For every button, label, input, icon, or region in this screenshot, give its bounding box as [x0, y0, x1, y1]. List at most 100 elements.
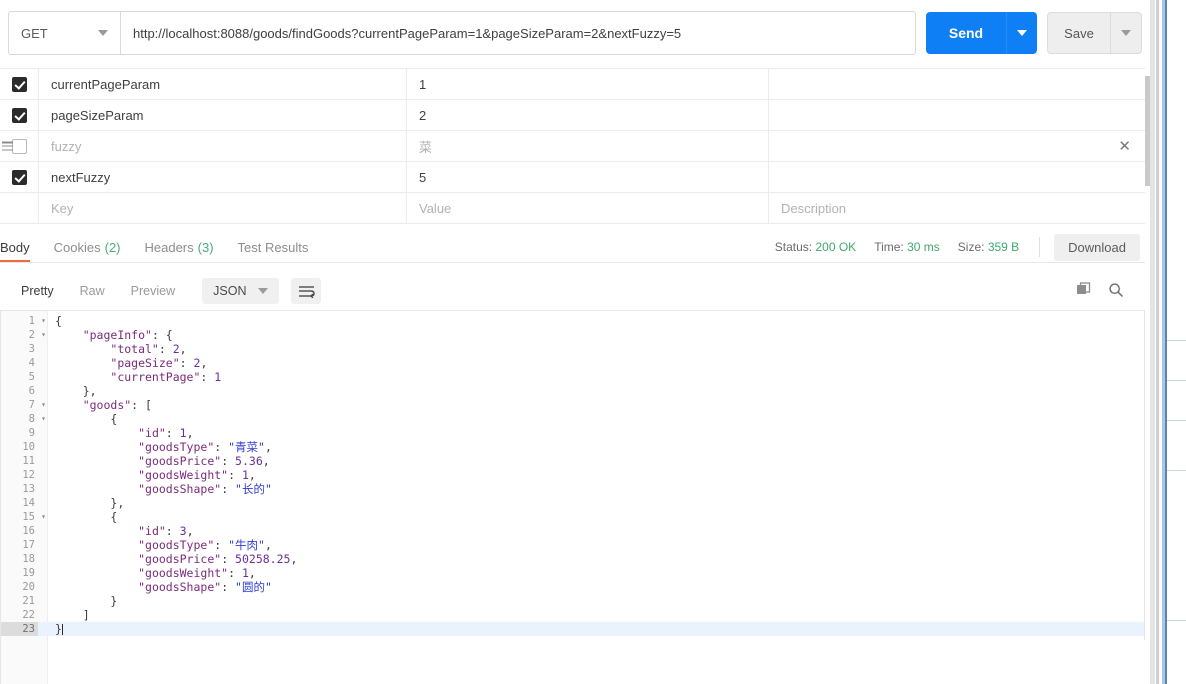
window-top-edge — [0, 0, 1150, 6]
table-row-new[interactable]: Key Value Description — [0, 193, 1145, 224]
tab-test-results-label: Test Results — [237, 239, 309, 255]
param-key-placeholder[interactable]: Key — [39, 193, 407, 223]
param-key[interactable]: currentPageParam — [39, 69, 407, 99]
code-line[interactable]: 12 "goodsWeight": 1, — [1, 468, 1144, 482]
background-scrollbar-track — [1150, 0, 1155, 684]
code-text: }, — [49, 496, 124, 510]
code-line[interactable]: 18 "goodsPrice": 50258.25, — [1, 552, 1144, 566]
row-enabled-checkbox[interactable] — [11, 76, 27, 92]
code-token: , — [290, 552, 298, 566]
param-key[interactable]: nextFuzzy — [39, 162, 407, 192]
save-options-button[interactable] — [1110, 13, 1141, 53]
tab-cookies-count: (2) — [104, 239, 121, 255]
wrap-lines-button[interactable] — [291, 278, 322, 304]
http-method-select[interactable]: GET — [8, 11, 120, 55]
param-value-placeholder[interactable]: Value — [407, 193, 769, 223]
code-line[interactable]: 1 ▾ { — [1, 314, 1144, 328]
param-description-placeholder[interactable]: Description — [769, 193, 1145, 223]
drag-handle-icon[interactable] — [2, 141, 13, 151]
code-line[interactable]: 3 "total": 2, — [1, 342, 1144, 356]
editor-scrollbar[interactable] — [1145, 310, 1150, 640]
fold-toggle-icon[interactable]: ▾ — [38, 314, 49, 328]
download-button[interactable]: Download — [1054, 233, 1140, 261]
send-button[interactable]: Send — [926, 12, 1006, 54]
code-line[interactable]: 21 } — [1, 594, 1144, 608]
code-line[interactable]: 17 "goodsType": "牛肉", — [1, 538, 1144, 552]
view-mode-pretty[interactable]: Pretty — [8, 279, 67, 303]
size-label: Size: — [957, 240, 985, 254]
param-description[interactable] — [769, 100, 1145, 130]
code-line[interactable]: 7 ▾ "goods": [ — [1, 398, 1144, 412]
param-key[interactable]: pageSizeParam — [39, 100, 407, 130]
code-line[interactable]: 9 "id": 1, — [1, 426, 1144, 440]
table-row[interactable]: fuzzy 菜 ✕ — [0, 131, 1145, 162]
code-line[interactable]: 23} — [1, 622, 1144, 636]
table-row[interactable]: currentPageParam 1 — [0, 68, 1145, 100]
table-row[interactable]: pageSizeParam 2 — [0, 100, 1145, 131]
tab-cookies[interactable]: Cookies (2) — [42, 232, 133, 262]
tab-headers[interactable]: Headers (3) — [133, 232, 226, 262]
code-line[interactable]: 2 ▾ "pageInfo": { — [1, 328, 1144, 342]
time-badge: Time: 30 ms — [874, 240, 940, 254]
fold-toggle-icon[interactable]: ▾ — [38, 412, 49, 426]
code-line[interactable]: 5 "currentPage": 1 — [1, 370, 1144, 384]
row-enabled-checkbox[interactable] — [11, 169, 27, 185]
params-scrollbar[interactable] — [1145, 68, 1150, 220]
row-checkbox-cell[interactable] — [0, 100, 39, 130]
editor-code-lines[interactable]: 1 ▾{2 ▾ "pageInfo": {3 "total": 2, 4 "pageS… — [1, 314, 1144, 636]
divider — [1039, 237, 1041, 257]
delete-row-icon[interactable]: ✕ — [1118, 139, 1131, 154]
fold-toggle-icon[interactable]: ▾ — [38, 398, 49, 412]
fold-toggle-icon[interactable]: ▾ — [38, 328, 49, 342]
code-line[interactable]: 4 "pageSize": 2, — [1, 356, 1144, 370]
code-text: "total": 2, — [49, 342, 186, 356]
param-key[interactable]: fuzzy — [39, 131, 407, 161]
code-line[interactable]: 11 "goodsPrice": 5.36, — [1, 454, 1144, 468]
code-line[interactable]: 10 "goodsType": "青菜", — [1, 440, 1144, 454]
background-scrollbar-thumb[interactable] — [1156, 0, 1159, 684]
response-body-editor[interactable]: 1 ▾{2 ▾ "pageInfo": {3 "total": 2, 4 "pageS… — [0, 310, 1145, 640]
background-row — [1167, 340, 1186, 341]
code-line[interactable]: 22 ] — [1, 608, 1144, 622]
copy-button[interactable] — [1076, 281, 1092, 301]
http-method-label: GET — [21, 25, 48, 41]
time-value: 30 ms — [907, 240, 940, 254]
row-checkbox-cell[interactable] — [0, 162, 39, 192]
code-token: "goodsType" — [138, 440, 215, 454]
table-row[interactable]: nextFuzzy 5 — [0, 162, 1145, 193]
param-value[interactable]: 2 — [407, 100, 769, 130]
code-line[interactable]: 13 "goodsShape": "长的" — [1, 482, 1144, 496]
code-line[interactable]: 20 "goodsShape": "圆的" — [1, 580, 1144, 594]
search-button[interactable] — [1108, 282, 1124, 301]
save-button[interactable]: Save — [1048, 13, 1110, 53]
tab-body[interactable]: Body — [0, 232, 42, 262]
row-enabled-checkbox[interactable] — [11, 138, 27, 154]
row-enabled-checkbox[interactable] — [11, 107, 27, 123]
param-value[interactable]: 1 — [407, 69, 769, 99]
code-line[interactable]: 8 ▾ { — [1, 412, 1144, 426]
param-description[interactable] — [769, 69, 1145, 99]
code-line[interactable]: 15 ▾ { — [1, 510, 1144, 524]
param-value[interactable]: 菜 — [407, 131, 769, 161]
code-line[interactable]: 14 }, — [1, 496, 1144, 510]
send-options-button[interactable] — [1006, 12, 1037, 54]
status-label: Status: — [774, 240, 813, 254]
param-description[interactable]: ✕ — [769, 131, 1145, 161]
row-checkbox-cell[interactable] — [0, 131, 39, 161]
row-checkbox-cell[interactable] — [0, 69, 39, 99]
params-scrollbar-thumb[interactable] — [1145, 76, 1150, 186]
view-mode-raw[interactable]: Raw — [67, 279, 118, 303]
param-description[interactable] — [769, 162, 1145, 192]
request-url-input[interactable]: http://localhost:8088/goods/findGoods?cu… — [120, 11, 916, 55]
code-line[interactable]: 16 "id": 3, — [1, 524, 1144, 538]
response-language-select[interactable]: JSON — [202, 278, 280, 304]
tab-test-results[interactable]: Test Results — [226, 232, 321, 262]
code-line[interactable]: 19 "goodsWeight": 1, — [1, 566, 1144, 580]
code-token: : — [165, 426, 180, 440]
chevron-down-icon — [1121, 30, 1131, 36]
code-text: "goodsPrice": 5.36, — [49, 454, 270, 468]
view-mode-preview[interactable]: Preview — [118, 279, 188, 303]
param-value[interactable]: 5 — [407, 162, 769, 192]
fold-toggle-icon[interactable]: ▾ — [38, 510, 49, 524]
code-line[interactable]: 6 }, — [1, 384, 1144, 398]
